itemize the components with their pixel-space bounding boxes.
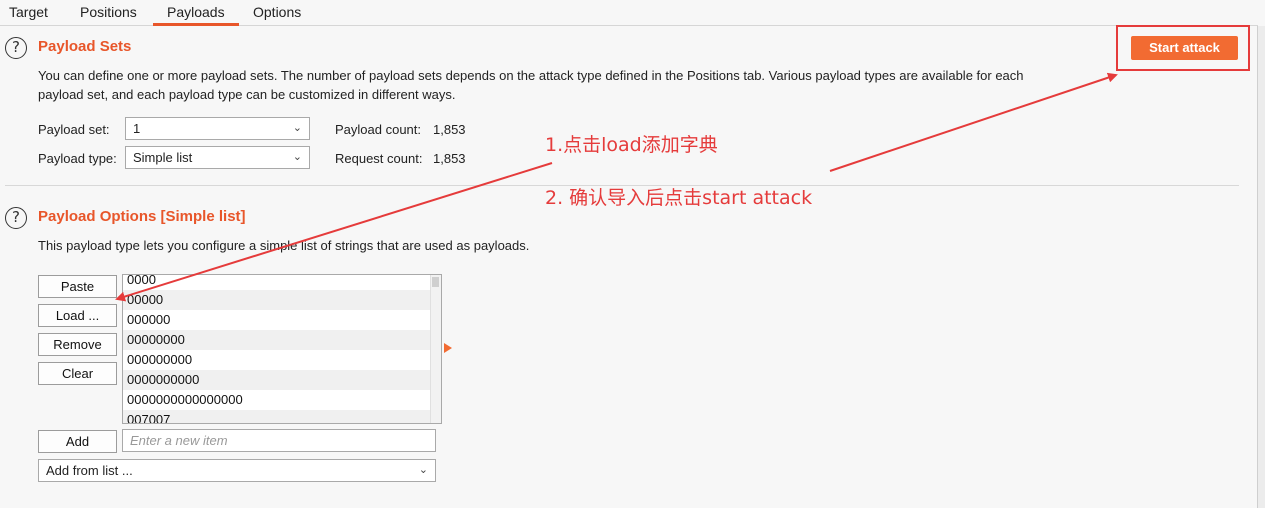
list-item[interactable]: 00000	[123, 290, 431, 310]
payload-sets-description-line1: You can define one or more payload sets.…	[38, 68, 1024, 83]
request-count-label: Request count:	[335, 151, 423, 166]
payload-set-value: 1	[133, 121, 141, 136]
new-item-input[interactable]	[122, 429, 436, 452]
list-item[interactable]: 0000	[123, 275, 431, 290]
request-count-value: 1,853	[433, 151, 466, 166]
start-attack-button[interactable]: Start attack	[1131, 36, 1238, 60]
arrow-to-start-attack	[829, 72, 1118, 172]
add-button[interactable]: Add	[38, 430, 117, 453]
list-item[interactable]: 000000000	[123, 350, 431, 370]
list-item[interactable]: 00000000	[123, 330, 431, 350]
list-item[interactable]: 0000000000000000	[123, 390, 431, 410]
main-scrollbar[interactable]	[1258, 26, 1265, 508]
active-tab-indicator	[153, 23, 239, 26]
payload-list[interactable]: 0000 00000 000000 00000000 000000000 000…	[122, 274, 442, 424]
payload-sets-title: Payload Sets	[38, 38, 132, 55]
payload-options-title: Payload Options [Simple list]	[38, 208, 246, 225]
remove-button[interactable]: Remove	[38, 333, 117, 356]
chevron-down-icon: ⌄	[292, 122, 302, 134]
list-scrollbar-thumb[interactable]	[432, 277, 439, 287]
help-icon[interactable]: ?	[5, 207, 27, 229]
chevron-down-icon: ⌄	[292, 151, 302, 163]
tab-target[interactable]: Target	[9, 4, 48, 20]
list-item[interactable]: 000000	[123, 310, 431, 330]
add-from-list-select[interactable]: Add from list ... ⌄	[38, 459, 436, 482]
tab-payloads[interactable]: Payloads	[167, 4, 225, 20]
clear-button[interactable]: Clear	[38, 362, 117, 385]
load-button[interactable]: Load ...	[38, 304, 117, 327]
tab-positions[interactable]: Positions	[80, 4, 137, 20]
payload-type-value: Simple list	[133, 150, 193, 165]
tab-options[interactable]: Options	[253, 4, 301, 20]
payload-count-value: 1,853	[433, 122, 466, 137]
payload-options-description: This payload type lets you configure a s…	[38, 238, 530, 253]
annotation-step1: 1.点击load添加字典	[545, 134, 718, 156]
payload-count-label: Payload count:	[335, 122, 422, 137]
payload-set-label: Payload set:	[38, 122, 110, 137]
list-item[interactable]: 0000000000	[123, 370, 431, 390]
help-icon[interactable]: ?	[5, 37, 27, 59]
arrow-right-icon	[444, 343, 452, 353]
payload-type-label: Payload type:	[38, 151, 117, 166]
add-from-list-label: Add from list ...	[46, 463, 133, 478]
list-item[interactable]: 007007	[123, 410, 431, 423]
annotation-step2: 2. 确认导入后点击start attack	[545, 187, 813, 209]
payload-sets-description-line2: payload set, and each payload type can b…	[38, 87, 456, 102]
list-scrollbar[interactable]	[430, 275, 441, 423]
payload-set-select[interactable]: 1 ⌄	[125, 117, 310, 140]
paste-button[interactable]: Paste	[38, 275, 117, 298]
chevron-down-icon: ⌄	[418, 464, 428, 476]
payload-type-select[interactable]: Simple list ⌄	[125, 146, 310, 169]
